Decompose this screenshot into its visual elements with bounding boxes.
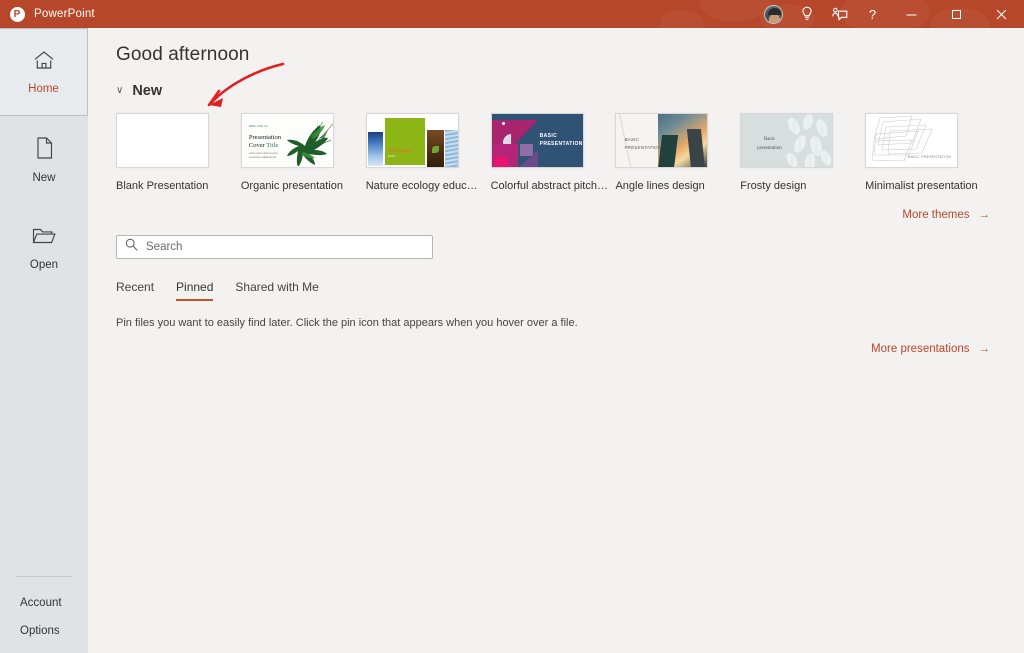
nature-sky-image (368, 132, 383, 166)
organic-splatter-graphic (285, 116, 334, 166)
template-thumbnail-blank (116, 113, 209, 168)
pitch-shape-triangle-violet (518, 150, 538, 168)
tab-pinned[interactable]: Pinned (176, 280, 213, 301)
more-presentations-row: More presentations → (116, 343, 990, 355)
search-row (116, 235, 990, 259)
empty-state-hint: Pin files you want to easily find later.… (116, 317, 990, 329)
tab-shared-with-me[interactable]: Shared with Me (235, 280, 318, 301)
chevron-down-icon: ∨ (116, 86, 123, 96)
nature-water-image (445, 130, 459, 168)
template-frosty-design[interactable]: Basicpresentation Frosty design (740, 113, 865, 192)
template-blank-presentation[interactable]: Blank Presentation (116, 113, 241, 192)
help-label: ? (869, 7, 876, 22)
sidebar-item-label-home: Home (28, 83, 59, 95)
app-title: PowerPoint (34, 8, 95, 20)
main-content: Good afternoon ∨ New Blank Presentation (88, 28, 1024, 653)
sidebar-bottom-group: Account Options (0, 589, 88, 653)
new-section-header[interactable]: ∨ New (116, 83, 990, 99)
file-list-tabs: Recent Pinned Shared with Me (116, 280, 990, 301)
search-box[interactable] (116, 235, 433, 259)
more-presentations-link[interactable]: More presentations → (871, 343, 990, 355)
sidebar-item-label-open: Open (30, 259, 58, 271)
sidebar-divider (15, 576, 73, 577)
tab-recent[interactable]: Recent (116, 280, 154, 301)
home-icon (33, 50, 55, 75)
powerpoint-start-screen: P PowerPoint ? (0, 0, 1024, 653)
nature-title: Title Layout (388, 148, 413, 153)
search-icon (125, 238, 138, 256)
left-navigation: Home New Open Account Options (0, 28, 88, 653)
new-section-title: New (132, 83, 162, 99)
angle-photo (658, 114, 707, 168)
organic-body-text: Lorem ipsum dolor sit amet, consectetur … (249, 152, 289, 160)
titlebar-actions: ? (757, 0, 1024, 28)
powerpoint-logo: P (0, 0, 34, 28)
folder-open-icon (32, 226, 56, 251)
minimalist-line-art (866, 114, 958, 168)
nature-subtitle: Lorem (388, 155, 395, 158)
organic-caption: NEW FOR 24 (249, 125, 268, 128)
powerpoint-logo-glyph: P (10, 7, 25, 22)
arrow-right-icon: → (979, 343, 991, 355)
more-themes-row: More themes → (116, 209, 990, 221)
template-gallery: Blank Presentation (116, 113, 990, 192)
template-organic-presentation[interactable]: NEW FOR 24 Presentation Cover Title Lore… (241, 113, 366, 192)
sidebar-item-new[interactable]: New (0, 116, 88, 204)
template-label: Organic presentation (241, 180, 359, 192)
template-label: Colorful abstract pitch deck (491, 180, 609, 192)
frosty-title: Basicpresentation (757, 135, 781, 153)
help-icon[interactable]: ? (856, 0, 889, 28)
pitch-shape-square-pink (494, 157, 508, 168)
template-nature-ecology[interactable]: Title Layout Lorem Nature ecology educat… (366, 113, 491, 192)
template-minimalist-presentation[interactable]: BASIC PRESENTATION Minimalist presentati… (865, 113, 990, 192)
search-input[interactable] (146, 241, 424, 253)
avatar (764, 5, 783, 24)
sidebar-item-home[interactable]: Home (0, 28, 88, 116)
pitch-shape-dot (502, 122, 505, 125)
pitch-title: BASICPRESENTATION (540, 133, 583, 148)
sidebar-item-label-new: New (32, 172, 55, 184)
template-thumbnail-angle: BASICPRESENTATION (615, 113, 708, 168)
template-label: Frosty design (740, 180, 858, 192)
template-angle-lines-design[interactable]: BASICPRESENTATION Angle lines design (615, 113, 740, 192)
ideas-icon[interactable] (790, 0, 823, 28)
minimalist-title: BASIC PRESENTATION (908, 155, 951, 159)
more-themes-label: More themes (902, 209, 969, 221)
close-button[interactable] (979, 0, 1024, 28)
arrow-right-icon: → (979, 209, 991, 221)
nature-sprout-image (427, 130, 444, 168)
organic-title-line2: Cover Title (249, 142, 278, 149)
template-label: Nature ecology education p... (366, 180, 484, 192)
template-thumbnail-pitch: BASICPRESENTATION (491, 113, 584, 168)
more-presentations-label: More presentations (871, 343, 969, 355)
template-thumbnail-organic: NEW FOR 24 Presentation Cover Title Lore… (241, 113, 334, 168)
sidebar-item-open[interactable]: Open (0, 204, 88, 292)
account-avatar[interactable] (757, 0, 790, 28)
frosty-leaf-pattern (786, 114, 832, 168)
new-document-icon (35, 137, 54, 164)
template-label: Minimalist presentation (865, 180, 983, 192)
template-thumbnail-minimalist: BASIC PRESENTATION (865, 113, 958, 168)
minimize-button[interactable] (889, 0, 934, 28)
template-colorful-abstract-pitch-deck[interactable]: BASICPRESENTATION Colorful abstract pitc… (491, 113, 616, 192)
maximize-button[interactable] (934, 0, 979, 28)
sidebar-spacer (0, 292, 88, 576)
template-thumbnail-nature: Title Layout Lorem (366, 113, 459, 168)
page-title: Good afternoon (116, 28, 990, 66)
template-thumbnail-frosty: Basicpresentation (740, 113, 833, 168)
template-label: Blank Presentation (116, 180, 234, 192)
sidebar-item-account[interactable]: Account (0, 589, 88, 617)
title-bar: P PowerPoint ? (0, 0, 1024, 28)
template-label: Angle lines design (615, 180, 733, 192)
sidebar-item-options[interactable]: Options (0, 617, 88, 645)
angle-title: BASICPRESENTATION (624, 136, 661, 151)
organic-title-line1: Presentation (249, 134, 281, 141)
feedback-icon[interactable] (823, 0, 856, 28)
more-themes-link[interactable]: More themes → (902, 209, 990, 221)
